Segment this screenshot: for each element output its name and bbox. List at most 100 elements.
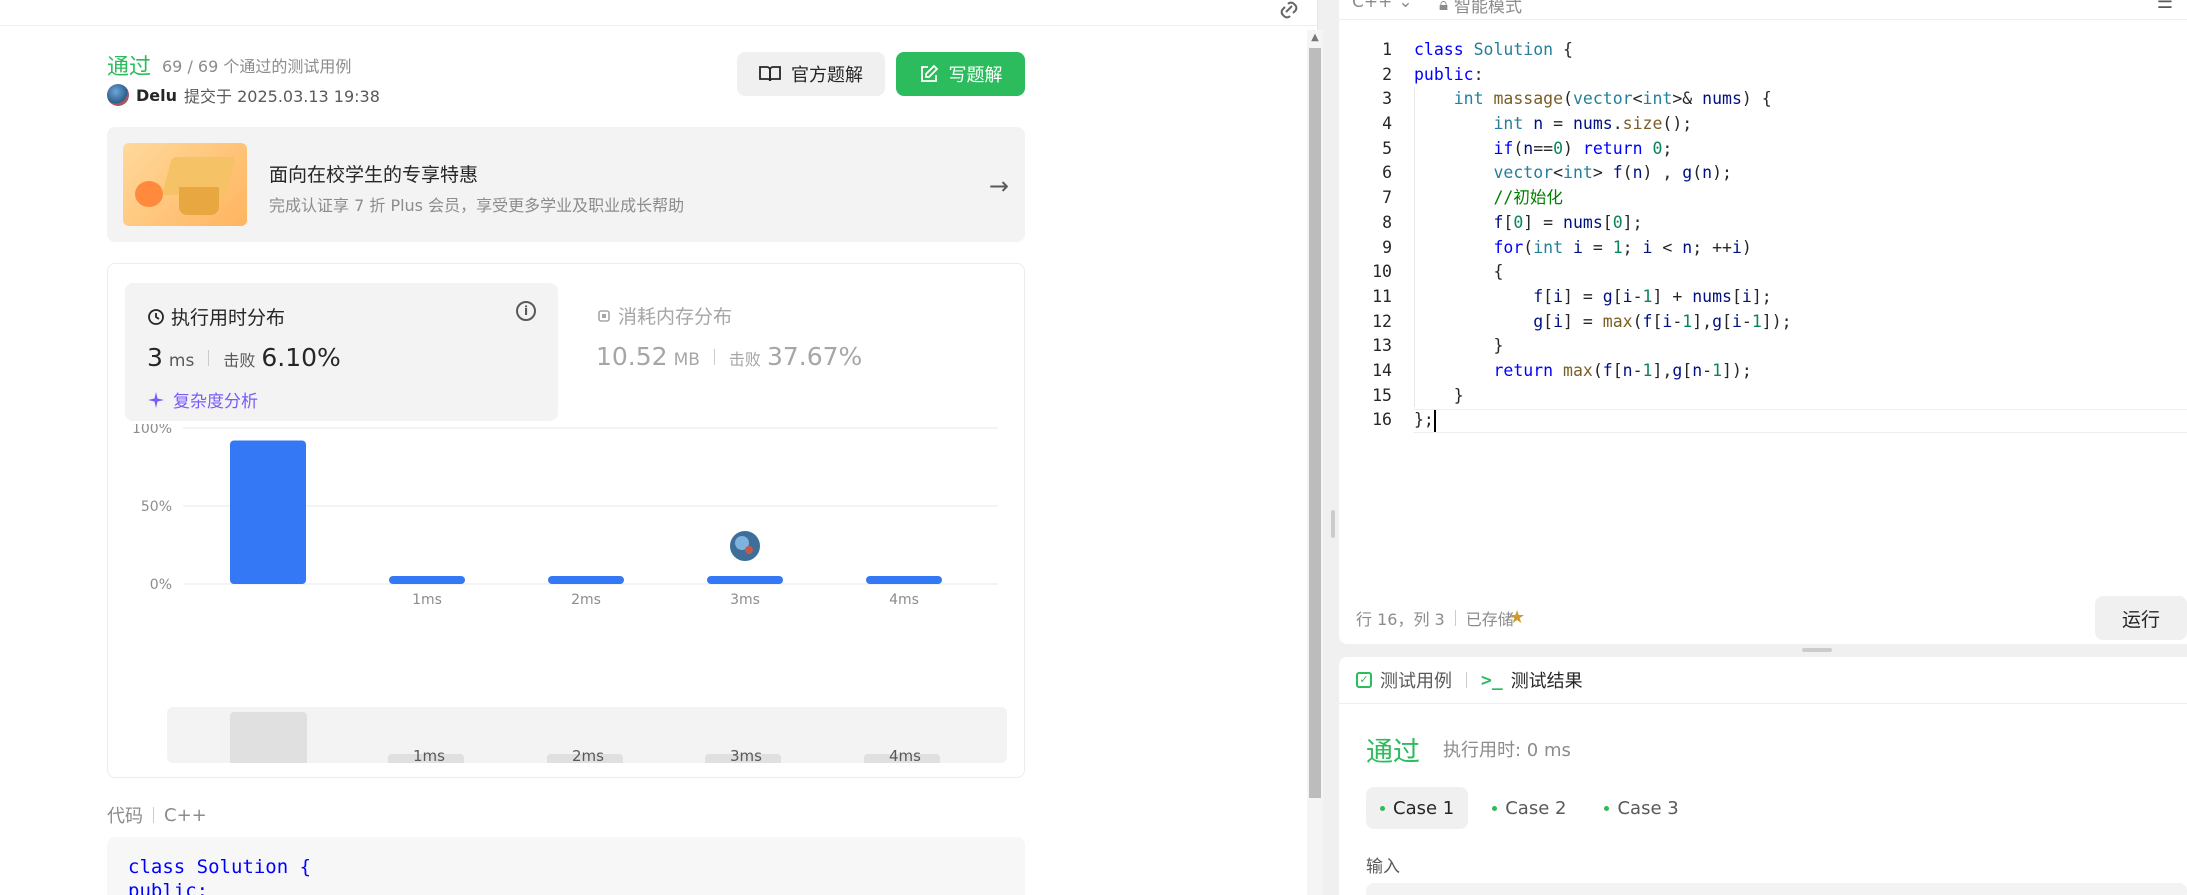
results-panel: ✓ 测试用例 >_ 测试结果 通过 执行用时: 0 ms Case 1 Case…: [1339, 657, 2187, 895]
avatar[interactable]: [107, 84, 129, 106]
promo-title: 面向在校学生的专享特惠: [269, 164, 479, 186]
panel-header: [0, 0, 1317, 26]
submission-status: 通过: [107, 55, 152, 80]
graduation-cap-illustration: [123, 143, 247, 226]
tab-result[interactable]: >_ 测试结果: [1481, 667, 1583, 693]
results-tabs: ✓ 测试用例 >_ 测试结果: [1339, 657, 2187, 704]
code-line[interactable]: 12 g[i] = max(f[i-1],g[i-1]);: [1339, 310, 2187, 335]
line-number: 15: [1372, 385, 1392, 405]
official-solution-label: 官方题解: [791, 65, 863, 86]
minimap-label: 3ms: [730, 747, 762, 763]
code-text: public:: [1414, 64, 1484, 84]
code-line[interactable]: 9 for(int i = 1; i < n; ++i): [1339, 236, 2187, 261]
runtime-value: 3: [147, 343, 163, 372]
ai-assist-icon[interactable]: ★: [1509, 607, 1533, 628]
menu-icon[interactable]: ☰: [2157, 0, 2173, 13]
minimap-selection[interactable]: [230, 712, 307, 763]
pass-dot-icon: [1380, 805, 1385, 811]
code-line[interactable]: 4 int n = nums.size();: [1339, 112, 2187, 137]
code-text: f[0] = nums[0];: [1493, 212, 1643, 232]
code-line[interactable]: 6 vector<int> f(n) , g(n);: [1339, 161, 2187, 186]
code-line[interactable]: 1 class Solution {: [1339, 38, 2187, 63]
code-section-header: 代码 C++: [107, 802, 207, 828]
line-number: 10: [1372, 262, 1392, 282]
memory-unit: MB: [673, 350, 700, 370]
complexity-analysis-label: 复杂度分析: [173, 392, 258, 412]
write-solution-button[interactable]: 写题解: [896, 52, 1025, 96]
horizontal-resize-handle[interactable]: [1802, 648, 1832, 652]
memory-values: 10.52 MB 击败 37.67%: [596, 342, 862, 371]
tab-testcase-label: 测试用例: [1380, 671, 1452, 692]
chip-icon: [598, 309, 610, 322]
case-tab[interactable]: Case 2: [1478, 787, 1580, 829]
line-number: 16: [1372, 410, 1392, 430]
memory-distribution-tab[interactable]: 消耗内存分布: [596, 302, 732, 329]
vertical-resize-handle[interactable]: [1331, 510, 1335, 538]
code-line[interactable]: 2 public:: [1339, 63, 2187, 88]
code-line[interactable]: 11 f[i] = g[i-1] + nums[i];: [1339, 285, 2187, 310]
saved-status: 已存储: [1465, 610, 1514, 629]
runtime-values: 3 ms 击败 6.10%: [147, 343, 341, 372]
arrow-right-icon[interactable]: →: [989, 172, 1009, 200]
mode-selector[interactable]: 🔒︎ 智能模式: [1439, 0, 1522, 17]
scroll-up-arrow-icon[interactable]: ▲: [1309, 32, 1321, 46]
cursor-position: 行 16，列 3: [1356, 610, 1445, 629]
memory-value: 10.52: [596, 342, 668, 371]
code-line[interactable]: 7 //初始化: [1339, 186, 2187, 211]
complexity-analysis-link[interactable]: 复杂度分析: [147, 387, 258, 412]
runtime-distribution-chart[interactable]: 100% 50% 0% 1ms 2ms 3ms 4ms: [108, 424, 1026, 624]
case-label: Case 2: [1505, 797, 1567, 819]
chevron-down-icon: ⌄: [1398, 0, 1413, 12]
run-button[interactable]: 运行: [2095, 596, 2187, 640]
chart-bar[interactable]: [230, 440, 306, 584]
submission-panel: 通过 69 / 69 个通过的测试用例 Delu 提交于 2025.03.13 …: [0, 0, 1318, 895]
chart-bar[interactable]: [548, 576, 624, 584]
line-number: 4: [1382, 114, 1392, 134]
official-solution-button[interactable]: 官方题解: [737, 52, 885, 96]
left-scrollbar-thumb[interactable]: [1309, 48, 1321, 798]
case-tabs: Case 1 Case 2 Case 3: [1366, 787, 1693, 829]
code-line[interactable]: 8 f[0] = nums[0];: [1339, 211, 2187, 236]
student-promo-banner[interactable]: 面向在校学生的专享特惠 完成认证享 7 折 Plus 会员，享受更多学业及职业成…: [107, 127, 1025, 242]
chart-bar[interactable]: [707, 576, 783, 584]
code-preview-line: class Solution {: [128, 856, 312, 878]
line-number: 12: [1372, 311, 1392, 331]
case-tab[interactable]: Case 1: [1366, 787, 1469, 829]
case-tab[interactable]: Case 3: [1590, 787, 1692, 829]
code-text: return max(f[n-1],g[n-1]);: [1493, 360, 1752, 380]
code-text: }: [1414, 336, 1504, 356]
runtime-beats-label: 击败: [223, 351, 256, 370]
code-line[interactable]: 10 {: [1339, 260, 2187, 285]
author-name[interactable]: Delu: [136, 86, 177, 105]
language-selector[interactable]: C++ ⌄: [1352, 0, 1413, 12]
tab-testcase[interactable]: ✓ 测试用例: [1356, 667, 1452, 693]
chart-bar[interactable]: [866, 576, 942, 584]
line-number: 3: [1382, 89, 1392, 109]
y-tick-label: 50%: [141, 499, 172, 515]
input-label: 输入: [1366, 857, 1400, 877]
code-line[interactable]: 3 int massage(vector<int>& nums) {: [1339, 87, 2187, 112]
code-line[interactable]: 5 if(n==0) return 0;: [1339, 137, 2187, 162]
distribution-card: 执行用时分布 i 3 ms 击败 6.10% 复杂度分析 消耗内存分布 10.5…: [107, 263, 1025, 778]
runtime-distribution-tab[interactable]: 执行用时分布 i 3 ms 击败 6.10% 复杂度分析: [125, 283, 558, 421]
input-value-box: [1366, 883, 2187, 895]
x-tick-label: 3ms: [730, 592, 760, 608]
code-text: int n = nums.size();: [1493, 114, 1693, 134]
runtime-beats-value: 6.10%: [261, 343, 341, 372]
book-icon: [759, 66, 781, 82]
chart-minimap[interactable]: 1ms 2ms 3ms 4ms: [167, 707, 1007, 763]
code-line[interactable]: 13 }: [1339, 334, 2187, 359]
line-number: 7: [1382, 188, 1392, 208]
code-line[interactable]: 14 return max(f[n-1],g[n-1]);: [1339, 359, 2187, 384]
code-line[interactable]: 16};: [1339, 408, 2187, 433]
tab-result-label: 测试结果: [1510, 671, 1583, 692]
line-number: 2: [1382, 64, 1392, 84]
editor-status-bar: 行 16，列 3 已存储: [1356, 606, 1514, 630]
link-icon[interactable]: [1276, 0, 1302, 22]
chart-bar[interactable]: [389, 576, 465, 584]
code-text: {: [1414, 262, 1504, 282]
code-line[interactable]: 15 }: [1339, 384, 2187, 409]
code-editor-content[interactable]: 1 class Solution {2 public: 3 int massage(v…: [1339, 38, 2187, 433]
info-icon[interactable]: i: [516, 301, 536, 321]
runtime-tab-header: 执行用时分布: [147, 303, 285, 330]
